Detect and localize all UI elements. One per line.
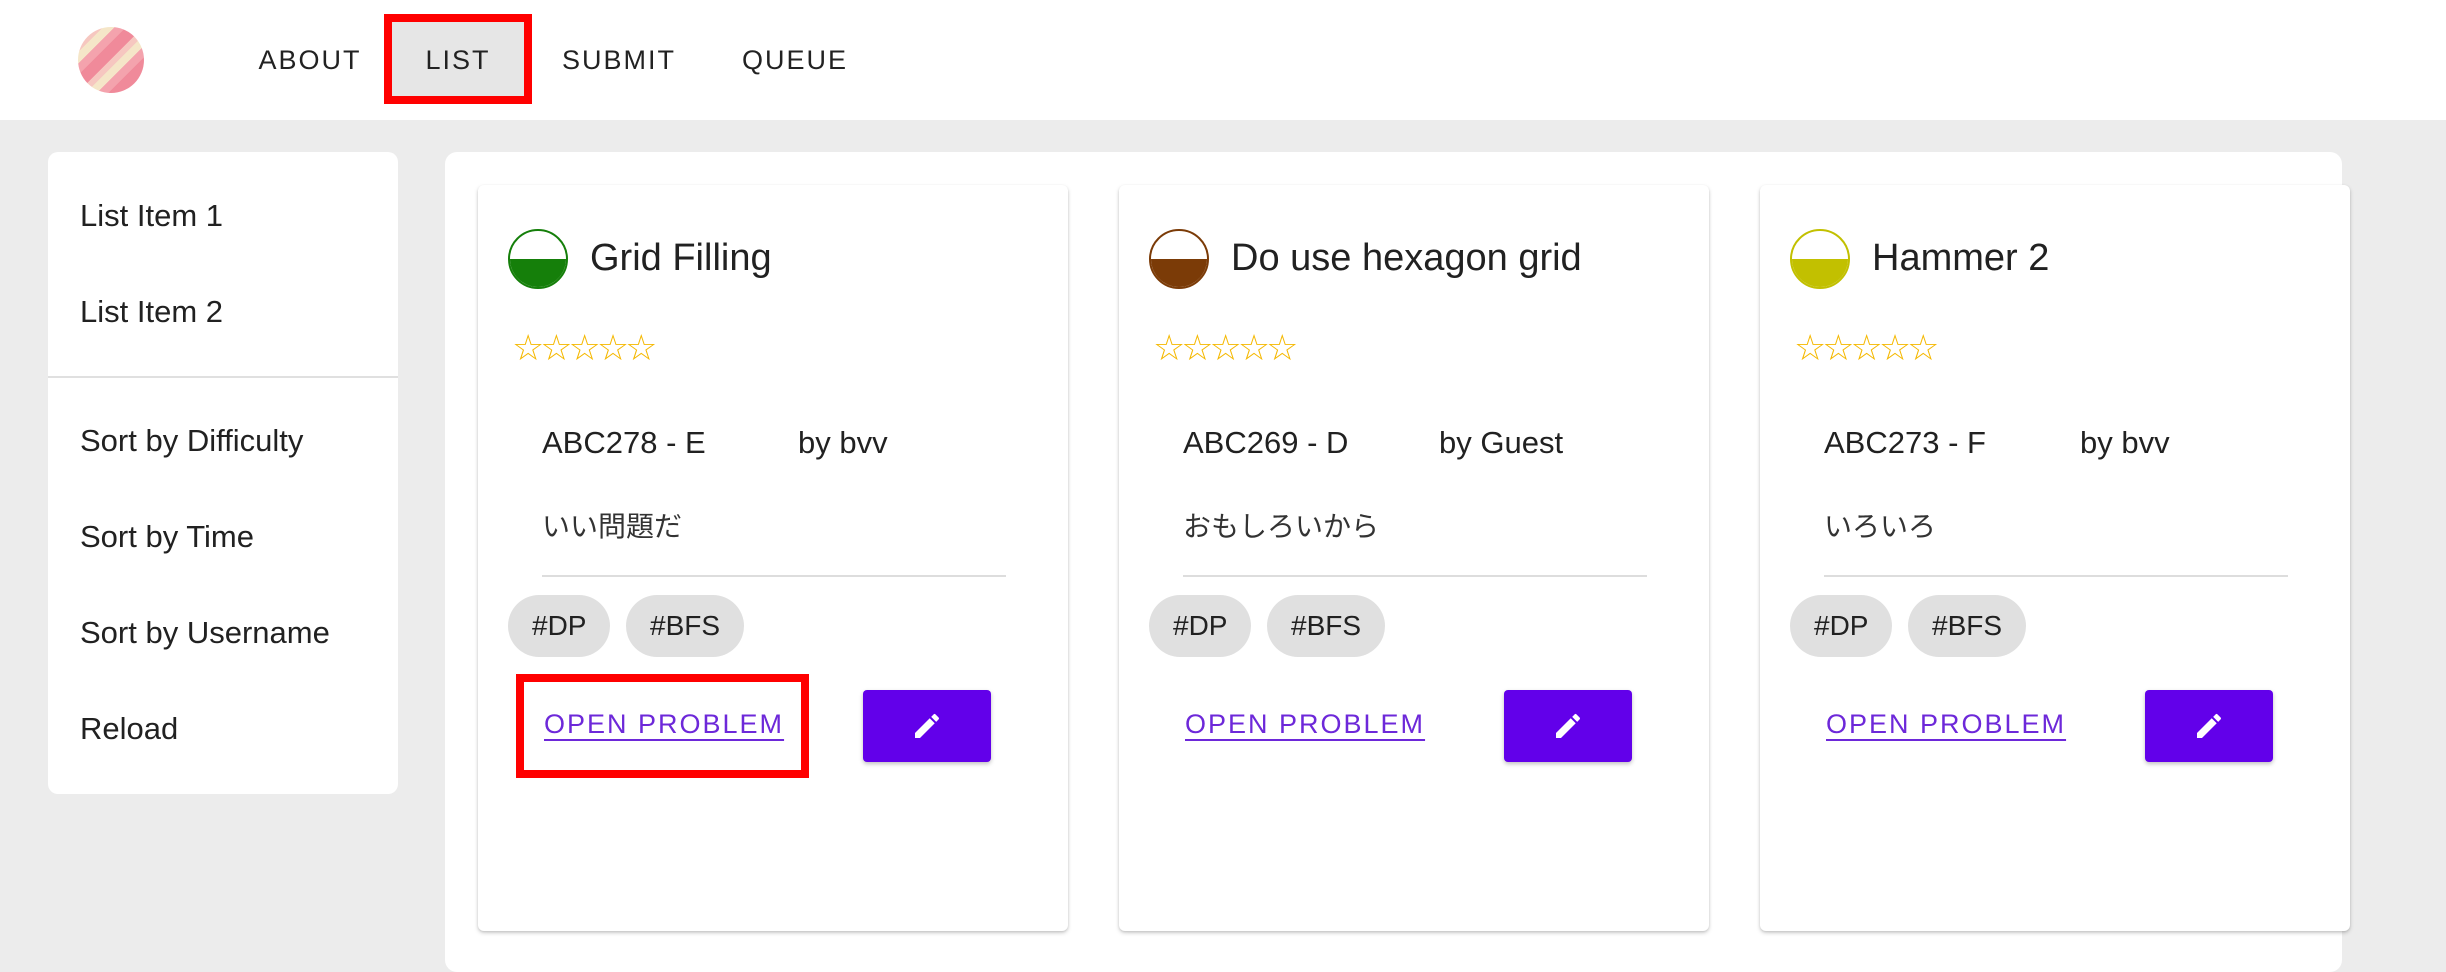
difficulty-circle-icon — [1790, 229, 1850, 289]
tag-chip[interactable]: #BFS — [626, 595, 745, 657]
difficulty-fill — [1151, 259, 1207, 287]
contest-id: ABC273 - F — [1824, 425, 1986, 460]
sidebar-item-sort-username[interactable]: Sort by Username — [80, 615, 330, 651]
problem-card: Grid Filling ☆☆☆☆☆ ABC278 - E by bvv いい問… — [478, 185, 1068, 931]
nav-about[interactable]: ABOUT — [240, 16, 380, 104]
difficulty-circle-icon — [508, 229, 568, 289]
sidebar — [48, 152, 398, 794]
sidebar-item-sort-time[interactable]: Sort by Time — [80, 519, 254, 555]
app-logo[interactable] — [78, 27, 144, 93]
card-title: Hammer 2 — [1872, 237, 2050, 279]
difficulty-fill — [510, 259, 566, 287]
open-problem-link[interactable]: OPEN PROBLEM — [544, 709, 784, 740]
difficulty-fill — [1792, 259, 1848, 287]
tag-chip[interactable]: #BFS — [1267, 595, 1386, 657]
tag-chip[interactable]: #DP — [1790, 595, 1893, 657]
problem-card: Do use hexagon grid ☆☆☆☆☆ ABC269 - D by … — [1119, 185, 1709, 931]
author: by bvv — [798, 425, 888, 460]
author: by Guest — [1439, 425, 1564, 460]
sidebar-item-list-item-1[interactable]: List Item 1 — [80, 198, 223, 234]
nav-list[interactable]: LIST — [384, 16, 532, 104]
edit-button[interactable] — [863, 690, 991, 762]
star-rating[interactable]: ☆☆☆☆☆ — [1794, 327, 1939, 369]
comment: いろいろ — [1824, 511, 1937, 542]
difficulty-circle-icon — [1149, 229, 1209, 289]
pencil-icon — [1556, 713, 1581, 738]
tag-chip[interactable]: #BFS — [1908, 595, 2027, 657]
nav-queue[interactable]: QUEUE — [715, 16, 875, 104]
author: by bvv — [2080, 425, 2170, 460]
star-rating[interactable]: ☆☆☆☆☆ — [1153, 327, 1298, 369]
sidebar-item-reload[interactable]: Reload — [80, 711, 178, 747]
sidebar-item-list-item-2[interactable]: List Item 2 — [80, 294, 223, 330]
contest-id: ABC269 - D — [1183, 425, 1349, 460]
pencil-icon — [915, 713, 940, 738]
open-problem-link[interactable]: OPEN PROBLEM — [1826, 709, 2066, 740]
card-divider — [542, 575, 1006, 577]
pencil-icon — [2197, 713, 2222, 738]
card-divider — [1824, 575, 2288, 577]
tag-chip[interactable]: #DP — [508, 595, 611, 657]
sidebar-item-sort-difficulty[interactable]: Sort by Difficulty — [80, 423, 303, 459]
contest-id: ABC278 - E — [542, 425, 706, 460]
sidebar-divider — [48, 376, 398, 378]
tag-chip[interactable]: #DP — [1149, 595, 1252, 657]
edit-button[interactable] — [2145, 690, 2273, 762]
problem-card: Hammer 2 ☆☆☆☆☆ ABC273 - F by bvv いろいろ #D… — [1760, 185, 2350, 931]
nav-submit[interactable]: SUBMIT — [545, 16, 693, 104]
card-divider — [1183, 575, 1647, 577]
top-app-bar: ABOUT LIST SUBMIT QUEUE — [0, 0, 2446, 120]
comment: おもしろいから — [1183, 511, 1380, 542]
edit-button[interactable] — [1504, 690, 1632, 762]
open-problem-link[interactable]: OPEN PROBLEM — [1185, 709, 1425, 740]
card-title: Grid Filling — [590, 237, 772, 279]
star-rating[interactable]: ☆☆☆☆☆ — [512, 327, 657, 369]
card-title: Do use hexagon grid — [1231, 237, 1582, 279]
comment: いい問題だ — [542, 511, 683, 542]
